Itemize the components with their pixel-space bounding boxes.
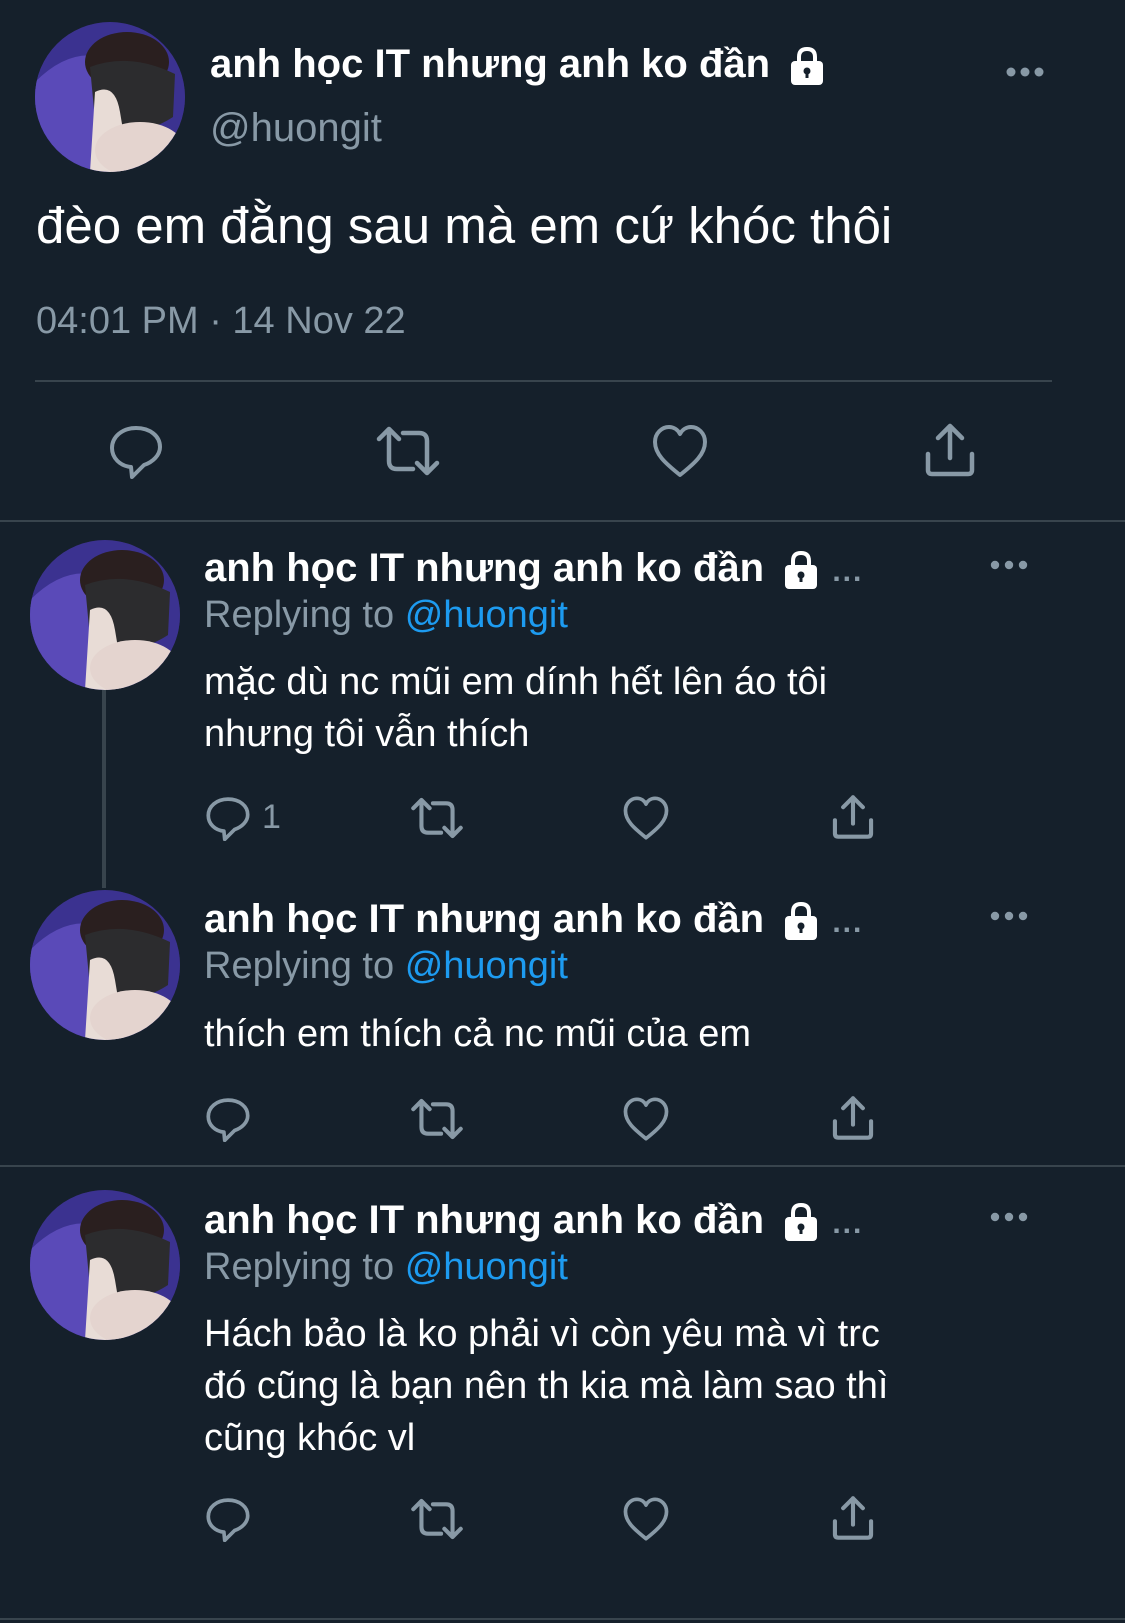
divider xyxy=(35,380,1052,382)
lock-icon xyxy=(785,551,818,590)
more-options-icon[interactable] xyxy=(990,1210,1028,1224)
like-icon[interactable] xyxy=(622,795,670,841)
more-options-icon[interactable] xyxy=(990,909,1028,923)
reply-text-line: đó cũng là bạn nên th kia mà làm sao thì xyxy=(204,1365,889,1407)
main-avatar[interactable] xyxy=(35,22,185,172)
main-tweet-text: đèo em đằng sau mà em cứ khóc thôi xyxy=(36,197,893,254)
lock-icon xyxy=(785,902,818,941)
reply-display-name[interactable]: anh học IT nhưng anh ko đần ... xyxy=(204,1198,863,1243)
replying-to-label: Replying to xyxy=(204,945,395,987)
main-timestamp[interactable]: 04:01 PM · 14 Nov 22 xyxy=(36,300,406,343)
lock-icon xyxy=(785,1203,818,1242)
share-icon[interactable] xyxy=(830,794,876,840)
reply-text-line: mặc dù nc mũi em dính hết lên áo tôi xyxy=(204,661,828,703)
retweet-icon[interactable] xyxy=(375,423,441,479)
reply-display-name-text: anh học IT nhưng anh ko đần xyxy=(204,546,765,590)
replying-to: Replying to @huongit xyxy=(204,945,568,988)
divider xyxy=(0,1618,1125,1620)
divider xyxy=(0,520,1125,522)
like-icon[interactable] xyxy=(622,1496,670,1542)
share-icon[interactable] xyxy=(830,1495,876,1541)
reply-text-line: thích em thích cả nc mũi của em xyxy=(204,1013,752,1055)
reply-display-name-text: anh học IT nhưng anh ko đần xyxy=(204,1198,765,1242)
replying-to-label: Replying to xyxy=(204,594,395,636)
name-truncation: ... xyxy=(832,906,864,939)
share-icon[interactable] xyxy=(830,1095,876,1141)
reply-icon[interactable] xyxy=(205,795,251,841)
reply-text-line: cũng khóc vl xyxy=(204,1417,416,1459)
reply-text: mặc dù nc mũi em dính hết lên áo tôi như… xyxy=(204,656,827,760)
retweet-icon[interactable] xyxy=(410,1096,464,1142)
replying-to: Replying to @huongit xyxy=(204,594,568,637)
reply-display-name[interactable]: anh học IT nhưng anh ko đần ... xyxy=(204,546,863,591)
retweet-icon[interactable] xyxy=(410,1496,464,1542)
reply-icon[interactable] xyxy=(205,1096,251,1142)
replying-to: Replying to @huongit xyxy=(204,1246,568,1289)
reply-icon[interactable] xyxy=(205,1496,251,1542)
reply-avatar[interactable] xyxy=(30,1190,180,1340)
name-truncation: ... xyxy=(832,555,864,588)
replying-to-label: Replying to xyxy=(204,1246,395,1288)
replying-to-mention[interactable]: @huongit xyxy=(405,1246,568,1288)
reply-avatar[interactable] xyxy=(30,890,180,1040)
divider xyxy=(0,1165,1125,1167)
more-options-icon[interactable] xyxy=(1005,64,1045,80)
reply-display-name[interactable]: anh học IT nhưng anh ko đần ... xyxy=(204,897,863,942)
main-display-name[interactable]: anh học IT nhưng anh ko đần xyxy=(210,42,827,87)
share-icon[interactable] xyxy=(922,422,978,478)
name-truncation: ... xyxy=(832,1207,864,1240)
more-options-icon[interactable] xyxy=(990,558,1028,572)
reply-icon[interactable] xyxy=(108,423,164,479)
reply-text-line: nhưng tôi vẫn thích xyxy=(204,713,530,755)
thread-line xyxy=(102,690,106,888)
main-handle[interactable]: @huongit xyxy=(210,106,382,151)
replying-to-mention[interactable]: @huongit xyxy=(405,594,568,636)
main-display-name-text: anh học IT nhưng anh ko đần xyxy=(210,42,771,86)
like-icon[interactable] xyxy=(622,1096,670,1142)
replying-to-mention[interactable]: @huongit xyxy=(405,945,568,987)
reply-count: 1 xyxy=(262,798,281,836)
reply-avatar[interactable] xyxy=(30,540,180,690)
reply-text-line: Hách bảo là ko phải vì còn yêu mà vì trc xyxy=(204,1313,880,1355)
reply-text: thích em thích cả nc mũi của em xyxy=(204,1008,751,1060)
lock-icon xyxy=(791,47,824,86)
reply-display-name-text: anh học IT nhưng anh ko đần xyxy=(204,897,765,941)
like-icon[interactable] xyxy=(651,423,709,479)
retweet-icon[interactable] xyxy=(410,795,464,841)
reply-text: Hách bảo là ko phải vì còn yêu mà vì trc… xyxy=(204,1308,888,1464)
